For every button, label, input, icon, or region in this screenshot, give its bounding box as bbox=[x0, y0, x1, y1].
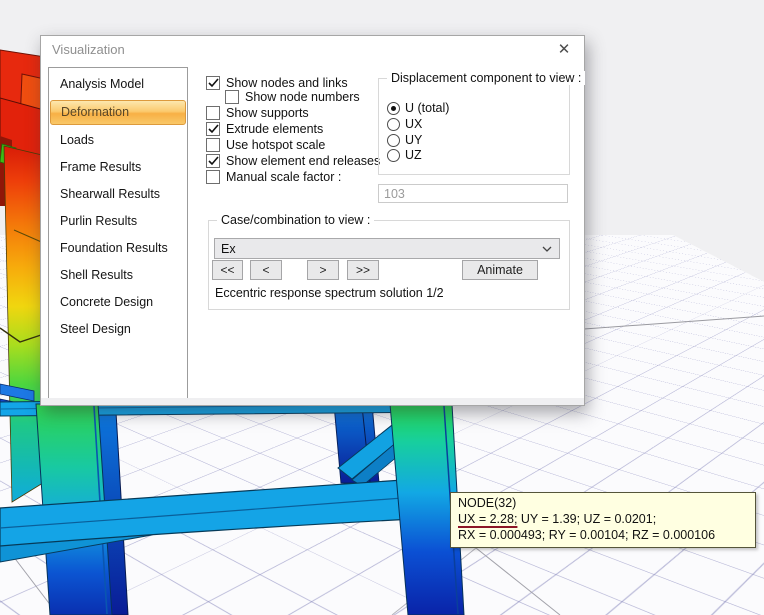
radio-circle[interactable] bbox=[387, 101, 400, 115]
close-icon[interactable]: ✕ bbox=[548, 37, 580, 63]
last-case-button[interactable]: >> bbox=[347, 260, 379, 280]
radio-circle[interactable] bbox=[387, 133, 400, 147]
animate-button[interactable]: Animate bbox=[462, 260, 538, 280]
checkbox-show-nodes-and-links[interactable]: Show nodes and links bbox=[206, 76, 348, 90]
dialog-titlebar[interactable]: Visualization ✕ bbox=[41, 36, 584, 64]
checkbox-box[interactable] bbox=[225, 90, 239, 104]
check-icon bbox=[207, 156, 219, 166]
check-icon bbox=[207, 124, 219, 134]
structure-bottom-frame bbox=[0, 396, 465, 615]
dialog-title: Visualization bbox=[52, 42, 125, 57]
previous-case-button[interactable]: < bbox=[250, 260, 282, 280]
sidebar-item-deformation[interactable]: Deformation bbox=[50, 100, 186, 125]
checkbox-box[interactable] bbox=[206, 170, 220, 184]
ux-value-highlight: UX = 2.28; bbox=[458, 512, 518, 526]
displacement-group: Displacement component to view : U (tota… bbox=[378, 71, 586, 175]
checkbox-manual-scale-factor[interactable]: Manual scale factor : bbox=[206, 170, 341, 184]
sidebar-item-shell-results[interactable]: Shell Results bbox=[49, 262, 187, 289]
visualization-dialog: Visualization ✕ Analysis Model Deformati… bbox=[40, 35, 586, 406]
check-icon bbox=[207, 78, 219, 88]
case-group: Case/combination to view : Ex << < > >> … bbox=[208, 213, 570, 310]
sidebar-item-analysis-model[interactable]: Analysis Model bbox=[49, 71, 187, 98]
radio-uz[interactable]: UZ bbox=[387, 148, 422, 162]
checkbox-extrude-elements[interactable]: Extrude elements bbox=[206, 122, 323, 136]
displacement-legend: Displacement component to view : bbox=[387, 71, 586, 85]
checkbox-use-hotspot-scale[interactable]: Use hotspot scale bbox=[206, 138, 325, 152]
checkbox-show-node-numbers[interactable]: Show node numbers bbox=[225, 90, 360, 104]
next-case-button[interactable]: > bbox=[307, 260, 339, 280]
checkbox-box[interactable] bbox=[206, 122, 220, 136]
checkbox-box[interactable] bbox=[206, 76, 220, 90]
sidebar-item-purlin-results[interactable]: Purlin Results bbox=[49, 208, 187, 235]
sidebar-item-loads[interactable]: Loads bbox=[49, 127, 187, 154]
sidebar-item-concrete-design[interactable]: Concrete Design bbox=[49, 289, 187, 316]
case-description: Eccentric response spectrum solution 1/2 bbox=[215, 286, 444, 300]
sidebar-item-steel-design[interactable]: Steel Design bbox=[49, 316, 187, 343]
node-tooltip: NODE(32) UX = 2.28; UY = 1.39; UZ = 0.02… bbox=[450, 492, 756, 548]
dialog-footer bbox=[41, 398, 584, 405]
category-list: Analysis Model Deformation Loads Frame R… bbox=[48, 67, 188, 399]
node-tooltip-rotations: RX = 0.000493; RY = 0.00104; RZ = 0.0001… bbox=[458, 528, 716, 542]
case-combobox[interactable]: Ex bbox=[214, 238, 560, 259]
radio-u-total[interactable]: U (total) bbox=[387, 101, 449, 115]
node-tooltip-displacements: UX = 2.28; UY = 1.39; UZ = 0.0201; bbox=[458, 512, 657, 526]
manual-scale-input[interactable] bbox=[378, 184, 568, 203]
case-legend: Case/combination to view : bbox=[217, 213, 375, 227]
chevron-down-icon bbox=[542, 246, 552, 252]
sidebar-item-frame-results[interactable]: Frame Results bbox=[49, 154, 187, 181]
sidebar-item-foundation-results[interactable]: Foundation Results bbox=[49, 235, 187, 262]
checkbox-show-supports[interactable]: Show supports bbox=[206, 106, 309, 120]
radio-uy[interactable]: UY bbox=[387, 133, 422, 147]
radio-dot bbox=[391, 105, 396, 111]
checkbox-show-element-end-releases[interactable]: Show element end releases bbox=[206, 154, 380, 168]
checkbox-box[interactable] bbox=[206, 106, 220, 120]
checkbox-box[interactable] bbox=[206, 138, 220, 152]
node-tooltip-title: NODE(32) bbox=[458, 496, 517, 510]
first-case-button[interactable]: << bbox=[212, 260, 243, 280]
radio-circle[interactable] bbox=[387, 117, 400, 131]
radio-ux[interactable]: UX bbox=[387, 117, 422, 131]
radio-circle[interactable] bbox=[387, 148, 400, 162]
case-combobox-value: Ex bbox=[221, 241, 236, 256]
sidebar-item-shearwall-results[interactable]: Shearwall Results bbox=[49, 181, 187, 208]
checkbox-box[interactable] bbox=[206, 154, 220, 168]
